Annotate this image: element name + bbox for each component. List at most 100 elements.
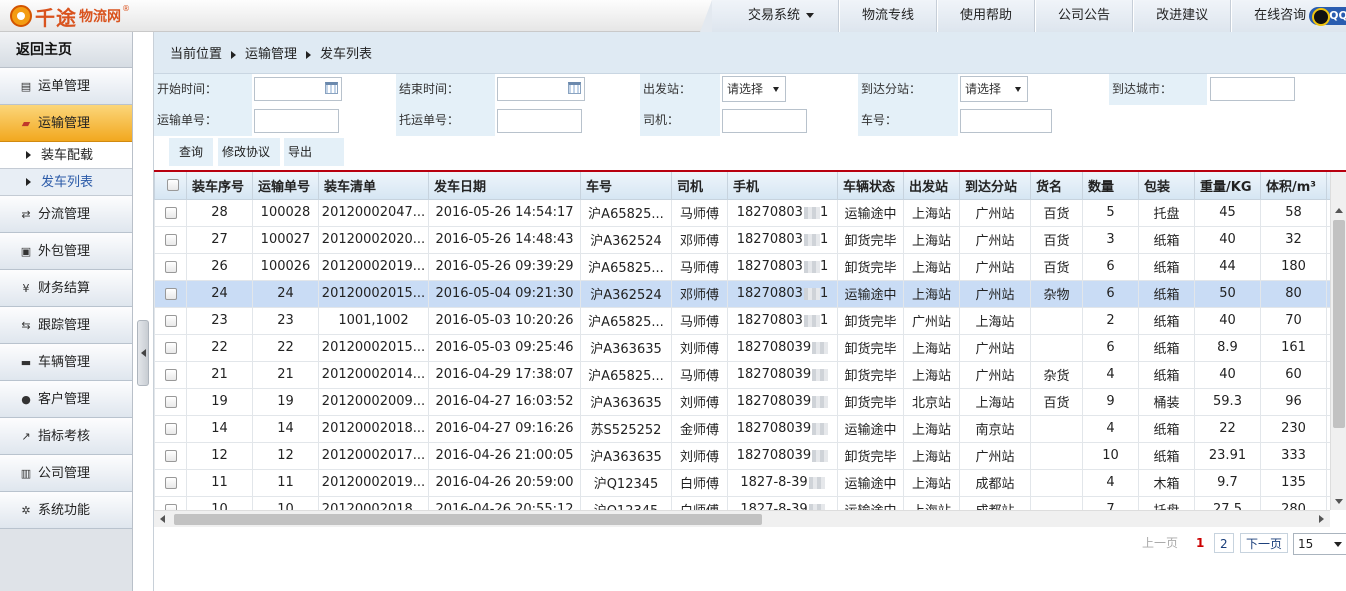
consign-no-input[interactable] bbox=[497, 109, 582, 133]
depart-date-header[interactable]: 发车日期 bbox=[428, 172, 581, 200]
quantity-header[interactable]: 数量 bbox=[1082, 172, 1139, 200]
scroll-down-icon[interactable] bbox=[1335, 499, 1343, 504]
plate-input[interactable] bbox=[960, 109, 1052, 133]
driver-header[interactable]: 司机 bbox=[671, 172, 728, 200]
breadcrumb-transport[interactable]: 运输管理 bbox=[245, 47, 297, 62]
row-checkbox-cell[interactable] bbox=[154, 198, 187, 227]
table-row[interactable]: 14 14 20120002018... 2016-04-27 09:16:26 苏S5… bbox=[154, 414, 1330, 443]
modify-agreement-button[interactable]: 修改协议 bbox=[218, 138, 280, 166]
table-row[interactable]: 23 23 1001,1002 2016-05-03 10:20:26 沪A65825.… bbox=[154, 306, 1330, 335]
page-size-select[interactable]: 15 bbox=[1293, 533, 1346, 555]
end-time-input[interactable] bbox=[497, 77, 585, 101]
scroll-right-icon[interactable] bbox=[1319, 515, 1324, 523]
row-checkbox-cell[interactable] bbox=[154, 495, 187, 510]
row-checkbox-cell[interactable] bbox=[154, 360, 187, 389]
menu-tracking[interactable]: ⇆ 跟踪管理 bbox=[0, 307, 132, 344]
nav-online-consult[interactable]: 在线咨询QQ交谈 bbox=[1231, 0, 1346, 32]
checkbox-icon[interactable] bbox=[164, 395, 177, 408]
scroll-thumb[interactable] bbox=[1333, 220, 1345, 428]
table-row[interactable]: 26 100026 20120002019... 2016-05-26 09:39:2… bbox=[154, 252, 1330, 281]
scroll-left-icon[interactable] bbox=[160, 515, 165, 523]
table-row[interactable]: 11 11 20120002019... 2016-04-26 20:59:00 沪Q1… bbox=[154, 468, 1330, 497]
table-row[interactable]: 12 12 20120002017... 2016-04-26 21:00:05 沪A3… bbox=[154, 441, 1330, 470]
row-checkbox-cell[interactable] bbox=[154, 414, 187, 443]
start-time-input[interactable] bbox=[254, 77, 342, 101]
menu-waybill[interactable]: ▤ 运单管理 bbox=[0, 68, 132, 105]
arrive-branch-select[interactable]: 请选择 bbox=[960, 76, 1028, 102]
phone-header[interactable]: 手机 bbox=[727, 172, 838, 200]
vertical-scrollbar[interactable] bbox=[1330, 172, 1346, 510]
table-row[interactable]: 21 21 20120002014... 2016-04-29 17:38:07 沪A6… bbox=[154, 360, 1330, 389]
row-checkbox-cell[interactable] bbox=[154, 333, 187, 362]
menu-system[interactable]: ✲ 系统功能 bbox=[0, 492, 132, 529]
depart-station-select[interactable]: 请选择 bbox=[722, 76, 786, 102]
menu-transport[interactable]: ▰ 运输管理 bbox=[0, 105, 132, 142]
checkbox-icon[interactable] bbox=[164, 422, 177, 435]
qq-chat-button[interactable]: QQ交谈 bbox=[1309, 6, 1346, 26]
menu-finance[interactable]: ¥ 财务结算 bbox=[0, 270, 132, 307]
page-2-button[interactable]: 2 bbox=[1214, 533, 1234, 553]
arrive-city-input[interactable] bbox=[1210, 77, 1295, 101]
menu-distribution[interactable]: ⇄ 分流管理 bbox=[0, 196, 132, 233]
export-excel-button[interactable]: 导出excle bbox=[284, 138, 344, 187]
nav-help[interactable]: 使用帮助 bbox=[937, 0, 1036, 32]
menu-kpi[interactable]: ↗ 指标考核 bbox=[0, 418, 132, 455]
table-row[interactable]: 27 100027 20120002020... 2016-05-26 14:48:4… bbox=[154, 225, 1330, 254]
table-row[interactable]: 22 22 20120002015... 2016-05-03 09:25:46 沪A3… bbox=[154, 333, 1330, 362]
load-list-header[interactable]: 装车清单 bbox=[318, 172, 429, 200]
table-row[interactable]: 28 100028 20120002047... 2016-05-26 14:54:1… bbox=[154, 198, 1330, 227]
prev-page-button[interactable]: 上一页 bbox=[1142, 533, 1178, 553]
calendar-icon[interactable] bbox=[325, 82, 338, 94]
row-checkbox-cell[interactable] bbox=[154, 252, 187, 281]
menu-vehicles[interactable]: ▬ 车辆管理 bbox=[0, 344, 132, 381]
checkbox-icon[interactable] bbox=[164, 287, 177, 300]
horizontal-scrollbar[interactable] bbox=[154, 510, 1330, 527]
scroll-thumb[interactable] bbox=[174, 514, 762, 525]
menu-company[interactable]: ▥ 公司管理 bbox=[0, 455, 132, 492]
arrive-branch-header[interactable]: 到达分站 bbox=[959, 172, 1031, 200]
nav-logistics-lines[interactable]: 物流专线 bbox=[839, 0, 938, 32]
seq-header[interactable]: 装车序号 bbox=[186, 172, 253, 200]
transport-no-input[interactable] bbox=[254, 109, 339, 133]
scroll-up-icon[interactable] bbox=[1335, 208, 1343, 213]
driver-input[interactable] bbox=[722, 109, 807, 133]
submenu-loading[interactable]: 装车配载 bbox=[0, 142, 132, 169]
submenu-departure-list[interactable]: 发车列表 bbox=[0, 169, 132, 196]
checkbox-icon[interactable] bbox=[164, 341, 177, 354]
nav-suggestions[interactable]: 改进建议 bbox=[1133, 0, 1232, 32]
vehicle-status-header[interactable]: 车辆状态 bbox=[837, 172, 904, 200]
nav-announcements[interactable]: 公司公告 bbox=[1035, 0, 1134, 32]
select-all-checkbox[interactable] bbox=[154, 172, 187, 200]
row-checkbox-cell[interactable] bbox=[154, 468, 187, 497]
table-row[interactable]: 101020120002018...2016-04-26 20:55:12沪Q1… bbox=[154, 495, 1330, 510]
sidebar-collapse-toggle[interactable] bbox=[137, 320, 149, 386]
menu-customers[interactable]: ● 客户管理 bbox=[0, 381, 132, 418]
page-1-button[interactable]: 1 bbox=[1196, 533, 1204, 553]
volume-header[interactable]: 体积/m³ bbox=[1260, 172, 1327, 200]
logo[interactable]: 千途 物流网 ® bbox=[10, 4, 130, 30]
row-checkbox-cell[interactable] bbox=[154, 279, 187, 308]
plate-header[interactable]: 车号 bbox=[580, 172, 672, 200]
checkbox-icon[interactable] bbox=[164, 206, 177, 219]
packaging-header[interactable]: 包装 bbox=[1138, 172, 1195, 200]
checkbox-icon[interactable] bbox=[164, 449, 177, 462]
query-button[interactable]: 查询 bbox=[169, 138, 213, 166]
checkbox-icon[interactable] bbox=[164, 233, 177, 246]
calendar-icon[interactable] bbox=[568, 82, 581, 94]
next-page-button[interactable]: 下一页 bbox=[1240, 533, 1289, 553]
depart-station-header[interactable]: 出发站 bbox=[903, 172, 960, 200]
home-link[interactable]: 返回主页 bbox=[0, 32, 132, 68]
table-row[interactable]: 24 24 20120002015... 2016-05-04 09:21:30 沪A3… bbox=[154, 279, 1330, 308]
row-checkbox-cell[interactable] bbox=[154, 306, 187, 335]
nav-trading-system[interactable]: 交易系统 bbox=[712, 0, 840, 32]
checkbox-icon[interactable] bbox=[164, 314, 177, 327]
checkbox-icon[interactable] bbox=[164, 476, 177, 489]
checkbox-icon[interactable] bbox=[167, 179, 179, 192]
menu-outsourcing[interactable]: ▣ 外包管理 bbox=[0, 233, 132, 270]
checkbox-icon[interactable] bbox=[164, 260, 177, 273]
transport-no-header[interactable]: 运输单号 bbox=[252, 172, 319, 200]
row-checkbox-cell[interactable] bbox=[154, 225, 187, 254]
weight-header[interactable]: 重量/KG bbox=[1194, 172, 1261, 200]
table-row[interactable]: 19 19 20120002009... 2016-04-27 16:03:52 沪A3… bbox=[154, 387, 1330, 416]
checkbox-icon[interactable] bbox=[164, 368, 177, 381]
